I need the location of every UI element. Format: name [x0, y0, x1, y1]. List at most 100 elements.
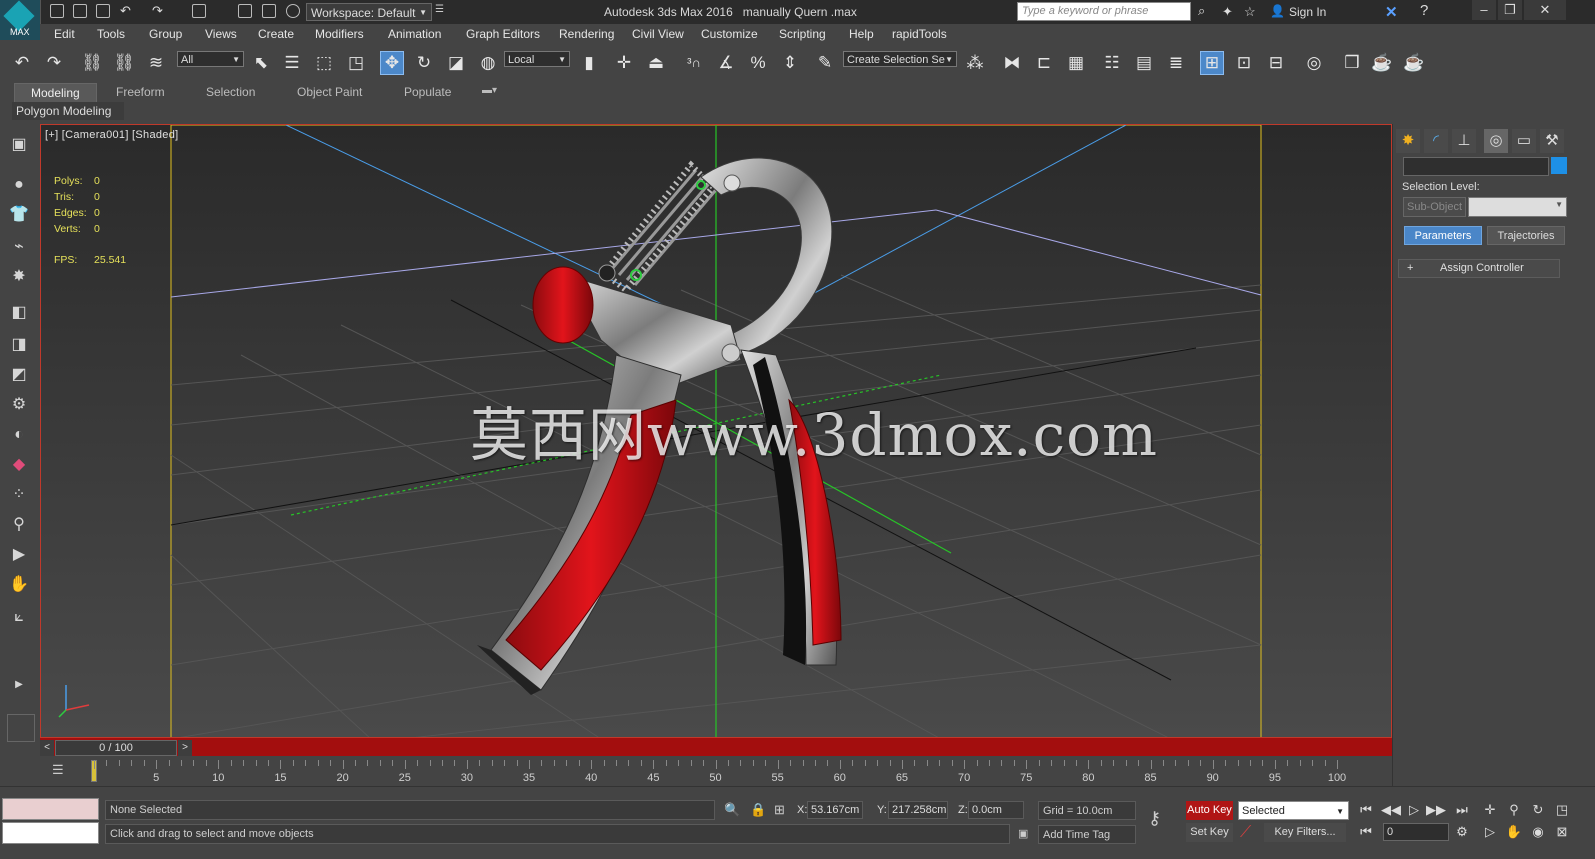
- track-bar-toggle-icon[interactable]: ☰: [52, 762, 68, 778]
- create-tab-icon[interactable]: ✸: [1396, 129, 1420, 153]
- undo-icon[interactable]: ↶: [10, 51, 34, 75]
- previous-frame-icon[interactable]: ◀◀: [1381, 801, 1401, 819]
- gizmo-icon[interactable]: [286, 4, 300, 18]
- selection-lock-icon[interactable]: 🔒: [750, 802, 766, 818]
- search-input[interactable]: Type a keyword or phrase: [1017, 2, 1191, 21]
- material-editor-icon[interactable]: ⊡: [1232, 51, 1256, 75]
- set-key-button[interactable]: Set Key: [1186, 823, 1233, 842]
- sub-object-button[interactable]: Sub-Object: [1403, 197, 1466, 217]
- menu-graph-editors[interactable]: Graph Editors: [466, 27, 540, 41]
- sign-in-link[interactable]: Sign In: [1289, 5, 1326, 19]
- select-and-link-icon[interactable]: ⛓: [80, 51, 104, 75]
- light-icon[interactable]: ✸: [8, 266, 30, 288]
- scene-explorer-left-icon[interactable]: ▣: [8, 134, 30, 156]
- schematic-view-icon[interactable]: ⊞: [1200, 51, 1224, 75]
- sub-object-dropdown[interactable]: ▼: [1468, 197, 1567, 217]
- selection-filter-dropdown[interactable]: All ▼: [177, 51, 244, 67]
- menu-tools[interactable]: Tools: [97, 27, 125, 41]
- select-manipulate-icon[interactable]: ✛: [612, 51, 636, 75]
- pivot-center-icon[interactable]: ▮: [577, 51, 601, 75]
- orbit-icon[interactable]: ◐: [8, 424, 30, 446]
- unlink-icon[interactable]: ⛓: [112, 51, 136, 75]
- window-crossing-icon[interactable]: ◳: [344, 51, 368, 75]
- maxscript-listener-pink[interactable]: [2, 798, 99, 820]
- communication-icon[interactable]: ✦: [1222, 4, 1233, 20]
- rectangular-selection-icon[interactable]: ⬚: [312, 51, 336, 75]
- orbit-nav-icon[interactable]: ↻: [1528, 801, 1548, 819]
- zoom-icon[interactable]: ⚲: [8, 514, 30, 536]
- time-configuration-icon[interactable]: ⚙: [1452, 823, 1472, 841]
- add-time-tag-button[interactable]: Add Time Tag: [1038, 825, 1136, 844]
- edit-named-selection-icon[interactable]: ✎: [813, 51, 837, 75]
- render-production-icon[interactable]: ❒: [1340, 51, 1364, 75]
- restore-icon[interactable]: ❐: [1498, 0, 1522, 20]
- assign-controller-rollout[interactable]: + Assign Controller: [1398, 259, 1560, 278]
- menu-views[interactable]: Views: [205, 27, 237, 41]
- save-file-icon[interactable]: [96, 4, 110, 18]
- maximize-toggle-icon[interactable]: ◳: [1552, 801, 1572, 819]
- dolly-nav-icon[interactable]: ◉: [1528, 823, 1548, 841]
- time-slider-track[interactable]: [40, 738, 1392, 756]
- project-icon[interactable]: [192, 4, 206, 18]
- utilities-icon[interactable]: ◆: [8, 454, 30, 476]
- menu-civil-view[interactable]: Civil View: [632, 27, 684, 41]
- motion-icon[interactable]: ⚙: [8, 394, 30, 416]
- select-by-name-icon[interactable]: ☰: [280, 51, 304, 75]
- axis-tripod-icon[interactable]: ⟀: [8, 606, 30, 628]
- walk-nav-icon[interactable]: ✋: [1504, 823, 1524, 841]
- menu-rendering[interactable]: Rendering: [559, 27, 614, 41]
- align-icon[interactable]: ⊏: [1032, 51, 1056, 75]
- camera-icon[interactable]: ⌁: [8, 236, 30, 258]
- motion-tab-icon[interactable]: ◎: [1484, 129, 1508, 153]
- open-file-icon[interactable]: [73, 4, 87, 18]
- z-coord-field[interactable]: 0.0cm: [968, 801, 1024, 819]
- walkthrough-icon[interactable]: ▶: [8, 544, 30, 566]
- pan-hand-icon[interactable]: ✋: [8, 574, 30, 596]
- exchange-apps-icon[interactable]: ✕: [1385, 3, 1398, 21]
- menu-animation[interactable]: Animation: [388, 27, 441, 41]
- min-max-toggle-icon[interactable]: ⊠: [1552, 823, 1572, 841]
- shirt-icon[interactable]: 👕: [8, 204, 30, 226]
- time-next-icon[interactable]: >: [178, 740, 192, 756]
- render-teapot-icon[interactable]: ☕: [1370, 51, 1394, 75]
- menu-scripting[interactable]: Scripting: [779, 27, 826, 41]
- display-tab-icon[interactable]: ▭: [1512, 129, 1536, 153]
- next-frame-icon[interactable]: ▶▶: [1426, 801, 1446, 819]
- tab-selection[interactable]: Selection: [206, 85, 255, 99]
- redo-icon[interactable]: ↷: [42, 51, 66, 75]
- maxscript-listener-white[interactable]: [2, 822, 99, 844]
- named-selection-icon[interactable]: ⁂: [963, 51, 987, 75]
- angle-snap-icon[interactable]: ∡: [714, 51, 738, 75]
- reference-coordinate-dropdown[interactable]: Local ▼: [504, 51, 570, 67]
- track-bar[interactable]: 5 10 15 20 25 30 35 40 45 50 55 60 65 70 75 80 85 90 95 100: [90, 756, 1392, 786]
- hierarchy-tab-icon[interactable]: ⊥: [1452, 129, 1476, 153]
- binoculars-icon[interactable]: ⌕: [1198, 4, 1212, 18]
- time-slider[interactable]: 0 / 100: [55, 740, 177, 756]
- tab-freeform[interactable]: Freeform: [116, 85, 165, 99]
- spinner-snap-icon[interactable]: ⇕: [778, 51, 802, 75]
- utilities-tab-icon[interactable]: ⚒: [1540, 129, 1564, 153]
- tab-object-paint[interactable]: Object Paint: [297, 85, 362, 99]
- snaps-toggle-icon[interactable]: ³∩: [682, 51, 706, 75]
- scene-explorer-icon[interactable]: ☷: [1100, 51, 1124, 75]
- minimize-icon[interactable]: ‒: [1472, 0, 1496, 20]
- menu-edit[interactable]: Edit: [54, 27, 75, 41]
- key-filters-button[interactable]: Key Filters...: [1264, 823, 1346, 842]
- auto-key-button[interactable]: Auto Key: [1186, 801, 1233, 820]
- key-mode-toggle-icon[interactable]: ⏮: [1356, 823, 1376, 841]
- favorites-star-icon[interactable]: ☆: [1244, 4, 1256, 20]
- render-iterative-icon[interactable]: ☕: [1402, 51, 1426, 75]
- time-tag-icon[interactable]: ▣: [1018, 827, 1028, 840]
- render-setup-icon[interactable]: ⊟: [1264, 51, 1288, 75]
- redo-small-icon[interactable]: ↷: [152, 4, 166, 18]
- time-prev-icon[interactable]: <: [40, 740, 54, 756]
- ribbon-panel-polygon-modeling[interactable]: Polygon Modeling: [12, 102, 124, 120]
- particles-icon[interactable]: ⁘: [8, 484, 30, 506]
- rendered-frame-icon[interactable]: ◎: [1302, 51, 1326, 75]
- y-coord-field[interactable]: 217.258cm: [888, 801, 948, 819]
- menu-help[interactable]: Help: [849, 27, 874, 41]
- select-object-icon[interactable]: ⬉: [249, 51, 273, 75]
- zoom-extents-icon[interactable]: ✛: [1480, 801, 1500, 819]
- maximize-viewport-icon[interactable]: [262, 4, 276, 18]
- menu-create[interactable]: Create: [258, 27, 294, 41]
